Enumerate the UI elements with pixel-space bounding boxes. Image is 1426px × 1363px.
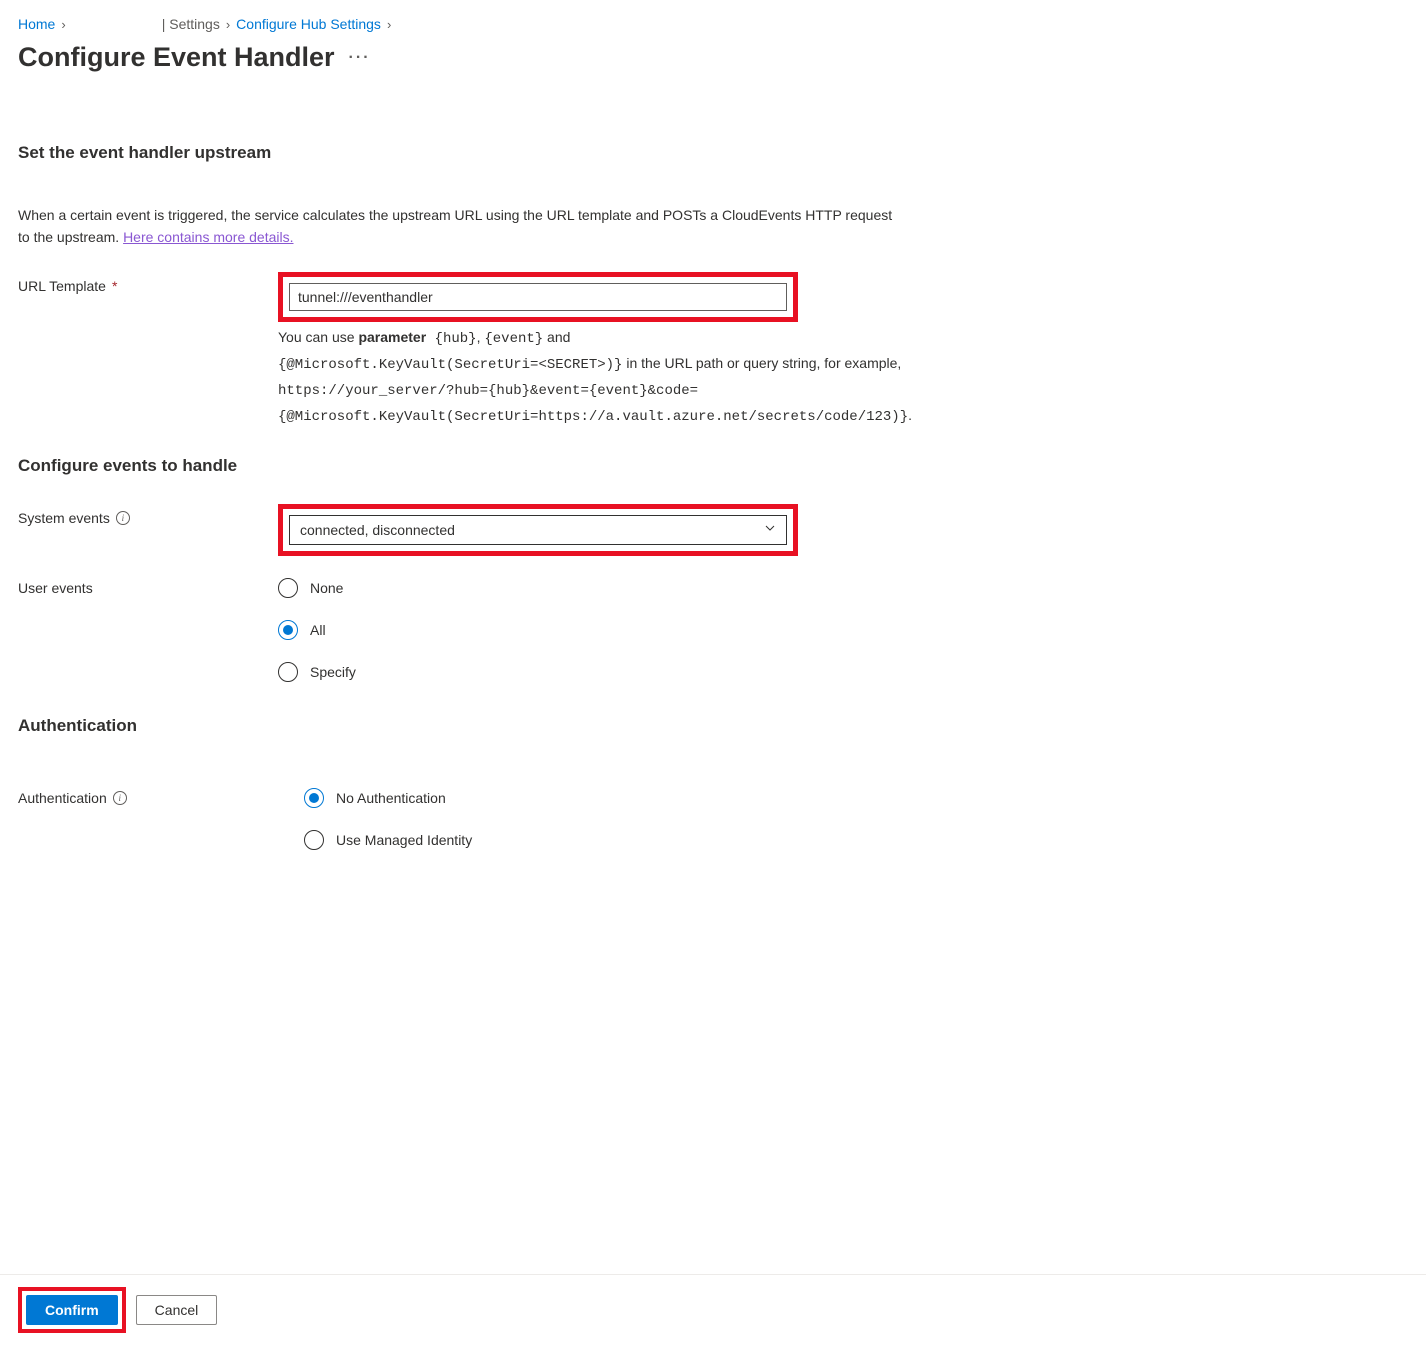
info-icon[interactable]: i bbox=[116, 511, 130, 525]
radio-label-mid: Use Managed Identity bbox=[336, 832, 472, 848]
url-template-highlight bbox=[278, 272, 798, 322]
info-icon[interactable]: i bbox=[113, 791, 127, 805]
system-events-control: connected, disconnected bbox=[278, 504, 1048, 556]
upstream-description: When a certain event is triggered, the s… bbox=[18, 205, 898, 248]
user-events-row: User events None All Specify bbox=[18, 574, 1408, 682]
user-events-radio-none[interactable]: None bbox=[278, 578, 1048, 598]
system-events-label: System events i bbox=[18, 504, 278, 526]
url-template-row: URL Template * You can use parameter {hu… bbox=[18, 272, 1408, 429]
system-events-value: connected, disconnected bbox=[300, 522, 455, 538]
breadcrumb-configure-hub[interactable]: Configure Hub Settings bbox=[236, 16, 381, 32]
radio-icon bbox=[278, 578, 298, 598]
radio-icon bbox=[304, 830, 324, 850]
breadcrumb-home[interactable]: Home bbox=[18, 16, 55, 32]
user-events-radio-all[interactable]: All bbox=[278, 620, 1048, 640]
upstream-details-link[interactable]: Here contains more details. bbox=[123, 229, 293, 245]
auth-label: Authentication i bbox=[18, 784, 278, 806]
page-title: Configure Event Handler ··· bbox=[18, 42, 1408, 73]
breadcrumb: Home › | Settings › Configure Hub Settin… bbox=[18, 16, 1408, 32]
url-template-helper: You can use parameter {hub}, {event} and… bbox=[278, 326, 1038, 429]
user-events-label: User events bbox=[18, 574, 278, 596]
radio-icon bbox=[278, 662, 298, 682]
system-events-row: System events i connected, disconnected bbox=[18, 504, 1408, 556]
auth-label-text: Authentication bbox=[18, 790, 107, 806]
user-events-radio-group: None All Specify bbox=[278, 574, 1048, 682]
breadcrumb-settings[interactable]: | Settings bbox=[162, 16, 220, 32]
system-events-dropdown[interactable]: connected, disconnected bbox=[289, 515, 787, 545]
radio-label-noauth: No Authentication bbox=[336, 790, 446, 806]
url-template-control: You can use parameter {hub}, {event} and… bbox=[278, 272, 1048, 429]
required-asterisk: * bbox=[112, 278, 117, 294]
radio-icon-checked bbox=[304, 788, 324, 808]
page-title-text: Configure Event Handler bbox=[18, 42, 335, 73]
confirm-highlight: Confirm bbox=[18, 1287, 126, 1333]
user-events-radio-specify[interactable]: Specify bbox=[278, 662, 1048, 682]
system-events-label-text: System events bbox=[18, 510, 110, 526]
auth-radio-group: No Authentication Use Managed Identity bbox=[304, 784, 1048, 850]
confirm-button[interactable]: Confirm bbox=[26, 1295, 118, 1325]
more-actions-icon[interactable]: ··· bbox=[349, 49, 371, 67]
user-events-control: None All Specify bbox=[278, 574, 1048, 682]
events-heading: Configure events to handle bbox=[18, 456, 1408, 476]
chevron-right-icon: › bbox=[61, 17, 65, 32]
auth-radio-none[interactable]: No Authentication bbox=[304, 788, 1048, 808]
upstream-heading: Set the event handler upstream bbox=[18, 143, 1408, 163]
url-template-label: URL Template * bbox=[18, 272, 278, 294]
auth-control: No Authentication Use Managed Identity bbox=[278, 784, 1048, 850]
auth-heading: Authentication bbox=[18, 716, 1408, 736]
footer-bar: Confirm Cancel bbox=[0, 1274, 1426, 1363]
radio-label-all: All bbox=[310, 622, 326, 638]
radio-label-specify: Specify bbox=[310, 664, 356, 680]
url-template-label-text: URL Template bbox=[18, 278, 106, 294]
chevron-down-icon bbox=[764, 522, 776, 537]
url-template-input[interactable] bbox=[289, 283, 787, 311]
radio-icon-checked bbox=[278, 620, 298, 640]
system-events-highlight: connected, disconnected bbox=[278, 504, 798, 556]
chevron-right-icon: › bbox=[387, 17, 391, 32]
radio-label-none: None bbox=[310, 580, 343, 596]
cancel-button[interactable]: Cancel bbox=[136, 1295, 218, 1325]
auth-radio-mid[interactable]: Use Managed Identity bbox=[304, 830, 1048, 850]
auth-row: Authentication i No Authentication Use M… bbox=[18, 784, 1408, 850]
chevron-right-icon: › bbox=[226, 17, 230, 32]
